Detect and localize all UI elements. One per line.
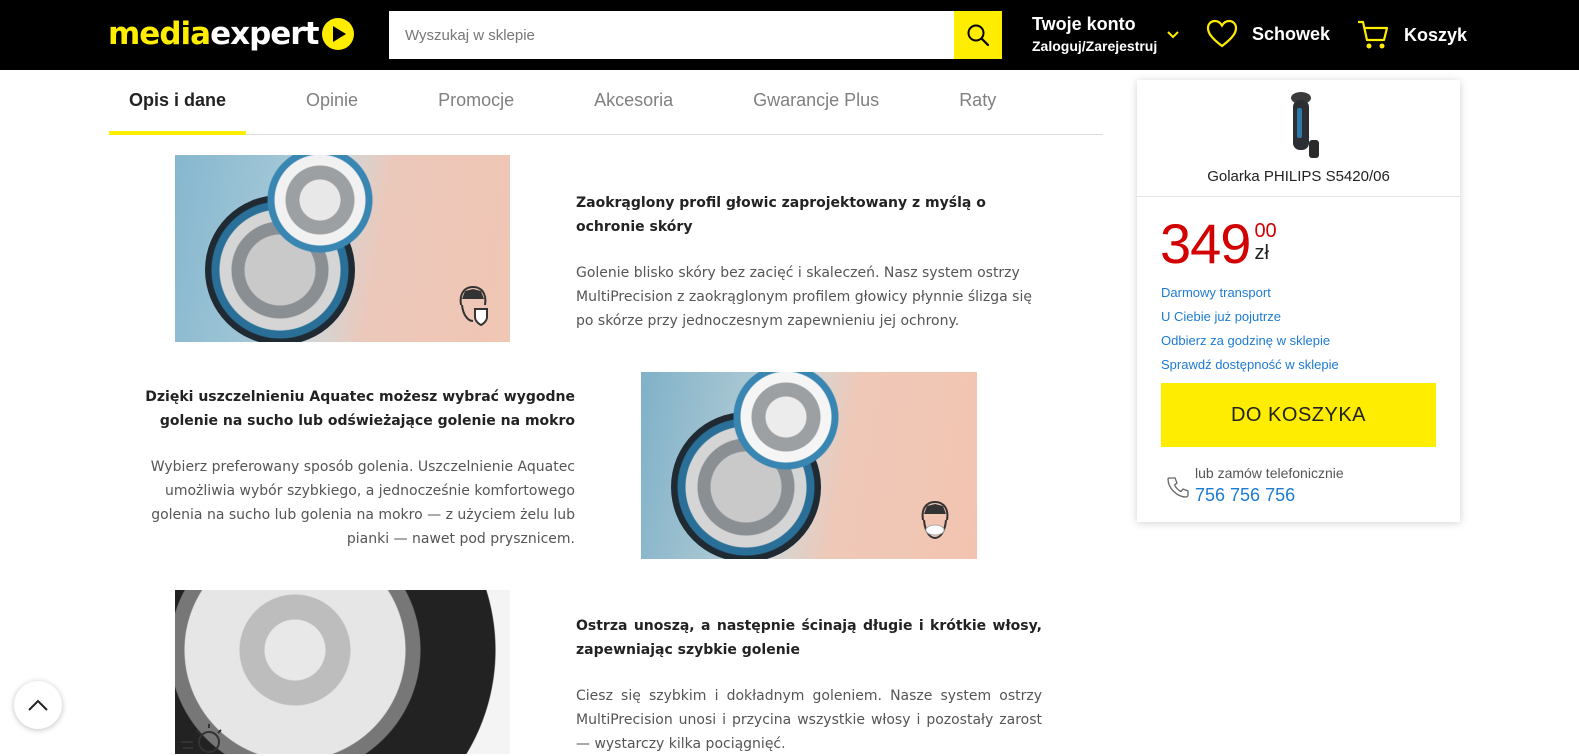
cart-label: Koszyk bbox=[1404, 24, 1468, 45]
price-main: 349 bbox=[1160, 212, 1251, 275]
add-to-cart-button[interactable]: DO KOSZYKA bbox=[1161, 383, 1436, 447]
card-divider bbox=[1137, 196, 1460, 197]
feature-heading-2: Dzięki uszczelnieniu Aquatec możesz wybr… bbox=[145, 389, 575, 429]
account-menu[interactable]: Twoje konto Zaloguj/Zarejestruj bbox=[1032, 14, 1157, 54]
feature-heading-1: Zaokrąglony profil głowic zaprojektowany… bbox=[576, 195, 986, 235]
tab-reviews[interactable]: Opinie bbox=[286, 70, 378, 134]
face-foam-icon bbox=[921, 500, 949, 540]
tab-promotions[interactable]: Promocje bbox=[418, 70, 534, 134]
feature-block-2: Dzięki uszczelnieniu Aquatec możesz wybr… bbox=[112, 385, 575, 551]
search-input[interactable] bbox=[389, 11, 954, 59]
heart-icon bbox=[1206, 19, 1238, 48]
link-check-availability[interactable]: Sprawdź dostępność w sklepie bbox=[1161, 353, 1339, 377]
feature-text-1: Golenie blisko skóry bez zacięć i skalec… bbox=[576, 265, 1032, 329]
multiprecision-blade-image bbox=[175, 590, 510, 754]
cart-button[interactable]: Koszyk bbox=[1356, 18, 1467, 52]
phone-number-link[interactable]: 756 756 756 bbox=[1195, 485, 1295, 506]
phone-order-label: lub zamów telefonicznie bbox=[1195, 465, 1344, 481]
feature-text-2: Wybierz preferowany sposób golenia. Uszc… bbox=[150, 459, 575, 547]
shaver-profile-image bbox=[175, 155, 510, 342]
face-shield-icon bbox=[459, 285, 488, 327]
link-free-transport[interactable]: Darmowy transport bbox=[1161, 281, 1339, 305]
search-bar bbox=[389, 11, 1002, 59]
phone-icon bbox=[1167, 477, 1189, 498]
link-pickup-store[interactable]: Odbierz za godzinę w sklepie bbox=[1161, 329, 1339, 353]
tab-description[interactable]: Opis i dane bbox=[109, 70, 247, 135]
feature-heading-3: Ostrza unoszą, a następnie ścinają długi… bbox=[576, 618, 1042, 658]
top-header: media expert Twoje konto Zaloguj/Zarejes… bbox=[0, 0, 1579, 70]
logo-text-media: media bbox=[108, 16, 211, 52]
price-cents: 00 bbox=[1254, 220, 1277, 242]
search-button[interactable] bbox=[954, 11, 1002, 59]
tab-installments[interactable]: Raty bbox=[939, 70, 1016, 134]
wishlist-label: Schowek bbox=[1252, 23, 1331, 44]
feature-text-3: Ciesz się szybkim i dokładnym goleniem. … bbox=[576, 688, 1042, 752]
wishlist-button[interactable]: Schowek bbox=[1206, 19, 1330, 49]
link-delivery-date[interactable]: U Ciebie już pojutrze bbox=[1161, 305, 1339, 329]
feature-block-1: Zaokrąglony profil głowic zaprojektowany… bbox=[576, 191, 1042, 333]
tab-accessories[interactable]: Akcesoria bbox=[574, 70, 693, 134]
shaver-wet-dry-image bbox=[641, 372, 977, 559]
chevron-down-icon[interactable] bbox=[1166, 30, 1180, 40]
product-price: 349 00 zł bbox=[1160, 214, 1277, 274]
search-icon bbox=[967, 24, 990, 47]
logo-play-icon bbox=[322, 18, 355, 50]
mediaexpert-logo[interactable]: media expert bbox=[108, 16, 355, 52]
delivery-links: Darmowy transport U Ciebie już pojutrze … bbox=[1161, 281, 1339, 377]
blade-lift-icon bbox=[181, 724, 222, 753]
product-tabs: Opis i dane Opinie Promocje Akcesoria Gw… bbox=[109, 70, 1103, 135]
account-login-link[interactable]: Zaloguj/Zarejestruj bbox=[1032, 38, 1157, 54]
buy-box: Golarka PHILIPS S5420/06 349 00 zł Darmo… bbox=[1137, 80, 1460, 522]
product-thumbnail[interactable] bbox=[1279, 88, 1327, 160]
feature-block-3: Ostrza unoszą, a następnie ścinają długi… bbox=[576, 614, 1042, 756]
product-name: Golarka PHILIPS S5420/06 bbox=[1207, 168, 1390, 185]
cart-icon bbox=[1358, 20, 1389, 49]
scroll-to-top-button[interactable] bbox=[14, 681, 62, 729]
logo-text-expert: expert bbox=[210, 16, 319, 52]
account-title: Twoje konto bbox=[1032, 14, 1136, 34]
tab-warranty[interactable]: Gwarancje Plus bbox=[733, 70, 899, 134]
price-fraction: 00 zł bbox=[1254, 214, 1276, 274]
chevron-up-icon bbox=[28, 699, 48, 711]
price-currency: zł bbox=[1254, 242, 1269, 264]
